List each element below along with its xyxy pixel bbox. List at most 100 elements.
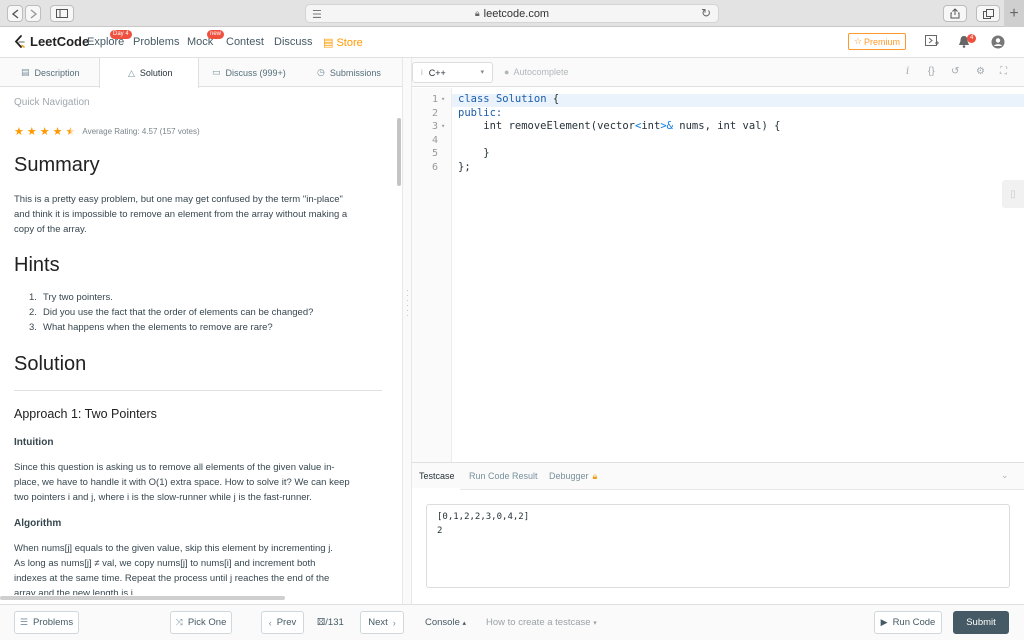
editor-toolbar: i C++ ▾ ● Autocomplete i {} ↺ ⚙ ⛶ — [412, 58, 1024, 87]
nav-mock[interactable]: Mock new — [187, 30, 225, 48]
testcase-line: [0,1,2,2,3,0,4,2] — [437, 512, 530, 522]
hint-text: Did you use the fact that the order of e… — [43, 307, 314, 318]
nav-contest[interactable]: Contest — [226, 36, 264, 48]
code-class-name: Solution — [495, 93, 547, 105]
vertical-scrollbar[interactable] — [397, 118, 401, 186]
star-icon[interactable]: ★ — [27, 125, 37, 138]
autocomplete-label: Autocomplete — [513, 67, 569, 77]
problem-counter[interactable]: ⚄/131 — [317, 617, 344, 628]
playground-icon[interactable] — [925, 35, 939, 50]
quick-navigation-link[interactable]: Quick Navigation — [14, 97, 90, 108]
intuition-paragraph: Since this question is asking us to remo… — [14, 460, 384, 505]
tab-discuss[interactable]: ▭ Discuss (999+) — [212, 58, 286, 87]
problems-list-button[interactable]: ☰ Problems — [14, 611, 79, 634]
reload-icon[interactable]: ↻ — [701, 6, 711, 20]
console-tabs: Testcase Run Code Result Debugger 🔒︎ ⌄ — [412, 463, 1024, 490]
nav-store[interactable]: ▤ Store — [323, 36, 363, 49]
tabs-icon — [982, 8, 994, 19]
tab-solution[interactable]: △ Solution — [99, 58, 199, 88]
intuition-line: two pointers i and j, where i is the slo… — [14, 492, 312, 503]
star-icon[interactable]: ★ — [14, 125, 24, 138]
settings-icon[interactable]: ⚙ — [976, 66, 985, 77]
braces-icon[interactable]: {} — [928, 66, 935, 77]
browser-toolbar: ☰ 🔒︎ leetcode.com ↻ + — [0, 0, 1024, 27]
new-tab-button[interactable]: + — [1004, 0, 1024, 27]
reader-menu-icon[interactable]: ☰ — [312, 8, 322, 21]
testcase-input[interactable]: [0,1,2,2,3,0,4,2] 2 — [426, 504, 1010, 588]
fold-arrow-icon[interactable]: ▾ — [441, 95, 445, 103]
address-bar[interactable]: ☰ 🔒︎ leetcode.com ↻ — [305, 4, 719, 23]
summary-line: This is a pretty easy problem, but one m… — [14, 194, 343, 205]
autocomplete-toggle[interactable]: ● Autocomplete — [504, 67, 568, 77]
next-button[interactable]: Next › — [360, 611, 404, 634]
panel-resize-handle[interactable]: · · · · · · — [402, 58, 412, 604]
line-number-text: 2 — [432, 107, 439, 119]
tab-debugger[interactable]: Debugger 🔒︎ — [549, 471, 597, 482]
problems-label: Problems — [32, 617, 74, 628]
tab-solution-label: Solution — [139, 68, 173, 78]
nav-discuss-label: Discuss — [274, 36, 313, 48]
language-select[interactable]: i C++ ▾ — [412, 62, 493, 83]
pick-one-label: Pick One — [187, 617, 227, 628]
run-code-button[interactable]: ▶ Run Code — [874, 611, 942, 634]
line-number-text: 3 — [432, 121, 439, 132]
intuition-line: place, we have to handle it with O(1) ex… — [14, 477, 350, 488]
nav-explore[interactable]: Explore Day 4 — [87, 30, 132, 48]
tab-testcase[interactable]: Testcase — [419, 471, 455, 481]
prev-label: Prev — [276, 617, 297, 628]
back-button[interactable] — [7, 5, 23, 22]
tab-discuss-label: Discuss (999+) — [225, 67, 286, 78]
reset-icon[interactable]: ↺ — [951, 66, 959, 77]
tab-submissions[interactable]: ◷ Submissions — [317, 58, 381, 87]
solution-heading: Solution — [14, 353, 87, 375]
tab-description[interactable]: ▤ Description — [21, 58, 80, 87]
chevron-down-icon[interactable]: ⌄ — [1001, 470, 1009, 481]
tab-debugger-label: Debugger — [549, 471, 589, 481]
mock-new-badge: new — [207, 30, 225, 39]
console-toggle[interactable]: Console ▴ — [425, 617, 466, 628]
fullscreen-icon[interactable]: ⛶ — [1000, 66, 1007, 77]
horizontal-scrollbar[interactable] — [0, 596, 285, 600]
clock-icon: ◷ — [317, 67, 325, 77]
fold-arrow-icon[interactable]: ▾ — [441, 122, 445, 130]
premium-label: Premium — [864, 36, 901, 47]
hint-number: 2. — [29, 307, 37, 318]
star-icon[interactable]: ★ — [40, 125, 50, 138]
line-number-text: 5 — [432, 148, 439, 159]
side-panel-toggle[interactable]: ▯ — [1002, 180, 1024, 208]
avatar-icon[interactable] — [991, 35, 1005, 52]
pick-one-button[interactable]: ⤨ Pick One — [170, 611, 232, 634]
prev-button[interactable]: ‹ Prev — [261, 611, 304, 634]
chevron-right-icon — [30, 8, 37, 19]
comment-icon: ▭ — [212, 67, 221, 77]
caret-down-icon: ▾ — [480, 69, 484, 76]
play-icon: ▶ — [880, 617, 888, 627]
share-button[interactable] — [943, 5, 967, 22]
submit-button[interactable]: Submit — [953, 611, 1009, 634]
notification-count-badge: 4 — [967, 34, 977, 43]
how-to-testcase-link[interactable]: How to create a testcase ▾ — [486, 617, 597, 628]
store-icon: ▤ — [323, 37, 334, 49]
algorithm-line: indexes at the same time. Repeat the pro… — [14, 573, 330, 584]
line-number-text: 1 — [432, 94, 439, 105]
url-text: leetcode.com — [483, 7, 550, 20]
share-icon — [950, 8, 960, 19]
nav-problems[interactable]: Problems — [133, 36, 179, 48]
hint-text: What happens when the elements to remove… — [43, 322, 273, 333]
sidebar-toggle-button[interactable] — [50, 5, 74, 22]
star-icon[interactable]: ★ — [53, 125, 63, 138]
leetcode-logo[interactable]: LeetCode — [14, 34, 89, 49]
shuffle-icon: ⤨ — [175, 617, 183, 627]
forward-button[interactable] — [25, 5, 41, 22]
info-icon[interactable]: i — [906, 66, 909, 77]
nav-discuss[interactable]: Discuss — [274, 36, 313, 48]
hint-number: 3. — [29, 322, 37, 333]
premium-button[interactable]: ☆ Premium — [848, 33, 906, 50]
tab-run-code-result[interactable]: Run Code Result — [469, 471, 538, 481]
code-line: } — [458, 147, 490, 159]
code-editor[interactable]: 1 ▾ 2 3 ▾ 4 5 6 class Solution { public: i… — [412, 88, 1024, 462]
summary-line: and think it is impossible to remove an … — [14, 209, 348, 220]
tab-description-label: Description — [34, 67, 80, 78]
half-star-icon[interactable]: ★ — [66, 125, 76, 138]
tabs-button[interactable] — [976, 5, 1000, 22]
